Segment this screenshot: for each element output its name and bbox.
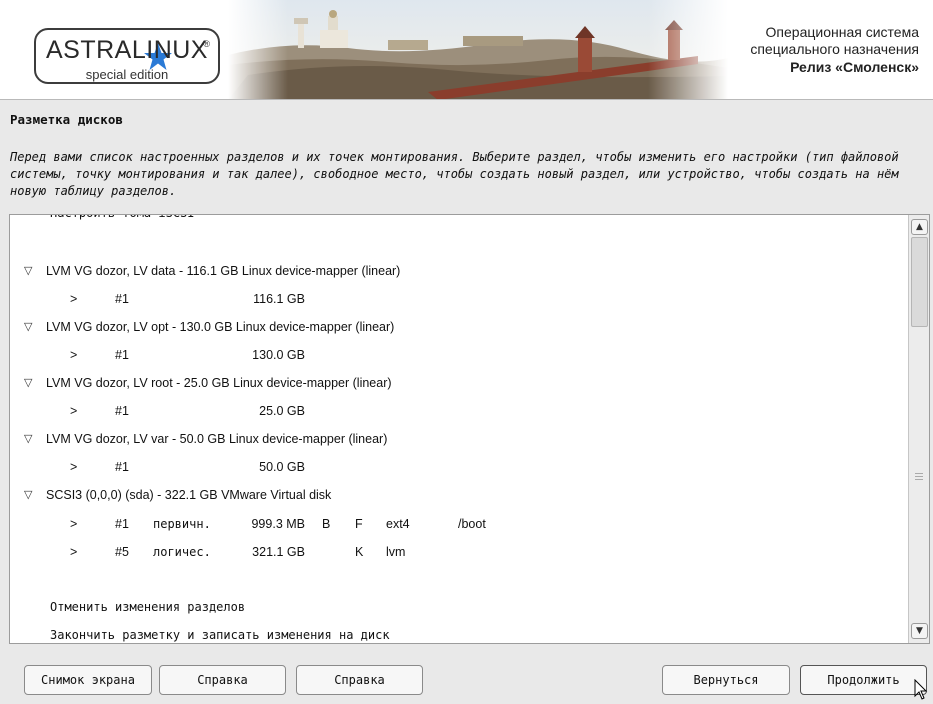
- partition-number: #1: [115, 348, 129, 362]
- vertical-scrollbar[interactable]: ▲ ▼: [908, 215, 929, 643]
- scroll-down-button[interactable]: ▼: [911, 623, 928, 639]
- logo-subtitle: special edition: [85, 67, 169, 82]
- partition-flag-format: F: [355, 517, 363, 531]
- partition-number: #1: [115, 404, 129, 418]
- partition-type: логичес.: [153, 545, 211, 559]
- logo-main-text: ASTRALINUX: [46, 36, 208, 64]
- expand-triangle-icon: ▽: [24, 489, 33, 501]
- scroll-up-button[interactable]: ▲: [911, 219, 928, 235]
- partition-arrow: >: [70, 404, 78, 418]
- os-title-line1: Операционная система: [765, 24, 919, 40]
- partition-type: первичн.: [153, 517, 211, 531]
- os-release-name: Релиз «Смоленск»: [790, 59, 919, 75]
- partition-number: #1: [115, 517, 129, 531]
- disk-label: LVM VG dozor, LV var - 50.0 GB Linux dev…: [46, 432, 388, 446]
- expand-triangle-icon: ▽: [24, 433, 33, 445]
- scroll-grip-icon: [915, 473, 923, 480]
- partition-flag-keep: K: [355, 545, 364, 559]
- partition-number: #1: [115, 292, 129, 306]
- back-button[interactable]: Вернуться: [662, 665, 790, 695]
- partition-size: 130.0 GB: [252, 348, 305, 362]
- partition-size: 116.1 GB: [253, 292, 305, 306]
- os-title-line2: специального назначения: [750, 41, 919, 57]
- disk-label: SCSI3 (0,0,0) (sda) - 322.1 GB VMware Vi…: [46, 488, 332, 502]
- partition-size: 999.3 MB: [251, 517, 305, 531]
- expand-triangle-icon: ▽: [24, 321, 33, 333]
- mouse-pointer-icon: [914, 679, 928, 700]
- help-button-2[interactable]: Справка: [296, 665, 423, 695]
- partition-arrow: >: [70, 292, 78, 306]
- partition-size: 50.0 GB: [259, 460, 305, 474]
- partition-arrow: >: [70, 517, 78, 531]
- partition-list[interactable]: Настроить тома iSCSI ▽ LVM VG dozor, LV …: [9, 214, 930, 644]
- partition-arrow: >: [70, 348, 78, 362]
- os-info: Операционная система специального назнач…: [750, 24, 919, 76]
- logo-registered-mark: ®: [203, 39, 210, 49]
- partition-filesystem: lvm: [386, 545, 406, 559]
- installer-header: ASTRALINUX ® special edition Операционна…: [0, 0, 933, 100]
- help-button[interactable]: Справка: [159, 665, 286, 695]
- list-item-label: Настроить тома iSCSI: [50, 215, 195, 227]
- smolensk-panorama-image: [228, 0, 728, 99]
- partition-mountpoint: /boot: [458, 517, 486, 531]
- disk-label: LVM VG dozor, LV opt - 130.0 GB Linux de…: [46, 320, 395, 334]
- disk-label: LVM VG dozor, LV root - 25.0 GB Linux de…: [46, 376, 392, 390]
- astralinux-logo: ASTRALINUX ® special edition: [34, 28, 220, 84]
- scroll-thumb[interactable]: [911, 237, 928, 327]
- partition-number: #5: [115, 545, 129, 559]
- undo-changes-label: Отменить изменения разделов: [50, 600, 246, 614]
- page-title: Разметка дисков: [10, 112, 123, 127]
- finish-partitioning-label: Закончить разметку и записать изменения …: [50, 628, 390, 642]
- expand-triangle-icon: ▽: [24, 377, 33, 389]
- partition-number: #1: [115, 460, 129, 474]
- page-description: Перед вами список настроенных разделов и…: [10, 150, 899, 198]
- continue-button[interactable]: Продолжить: [800, 665, 927, 695]
- partition-arrow: >: [70, 545, 78, 559]
- partition-flag-bootable: B: [322, 517, 331, 531]
- partition-arrow: >: [70, 460, 78, 474]
- partition-size: 25.0 GB: [259, 404, 305, 418]
- screenshot-button[interactable]: Снимок экрана: [24, 665, 152, 695]
- expand-triangle-icon: ▽: [24, 265, 33, 277]
- partition-filesystem: ext4: [386, 517, 410, 531]
- partition-size: 321.1 GB: [252, 545, 305, 559]
- disk-label: LVM VG dozor, LV data - 116.1 GB Linux d…: [46, 264, 401, 278]
